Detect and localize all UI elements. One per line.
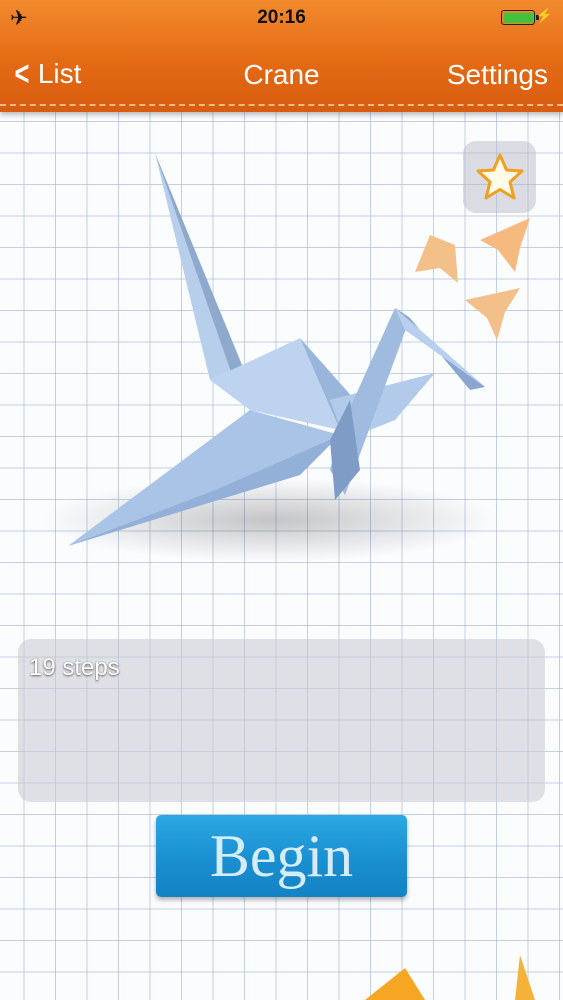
favorite-button[interactable] [463, 141, 536, 213]
paper-bird-1 [415, 235, 458, 283]
star-icon [476, 153, 523, 200]
next-model-preview [365, 955, 535, 1000]
battery-icon [501, 10, 539, 25]
steps-count: 19 steps [29, 654, 120, 681]
paper-bird-3 [465, 288, 520, 340]
status-time: 20:16 [257, 7, 306, 28]
navigation-header: ✈ 20:16 ⚡ < List Crane Settings [0, 0, 563, 112]
begin-button[interactable]: Begin [156, 815, 407, 897]
status-bar: ✈ 20:16 ⚡ [0, 0, 563, 36]
nav-bar: < List Crane Settings [0, 52, 563, 96]
info-panel: 19 steps [18, 639, 545, 802]
charging-bolt-icon: ⚡ [535, 7, 553, 23]
settings-button[interactable]: Settings [447, 59, 548, 91]
paper-bird-2 [480, 218, 530, 272]
